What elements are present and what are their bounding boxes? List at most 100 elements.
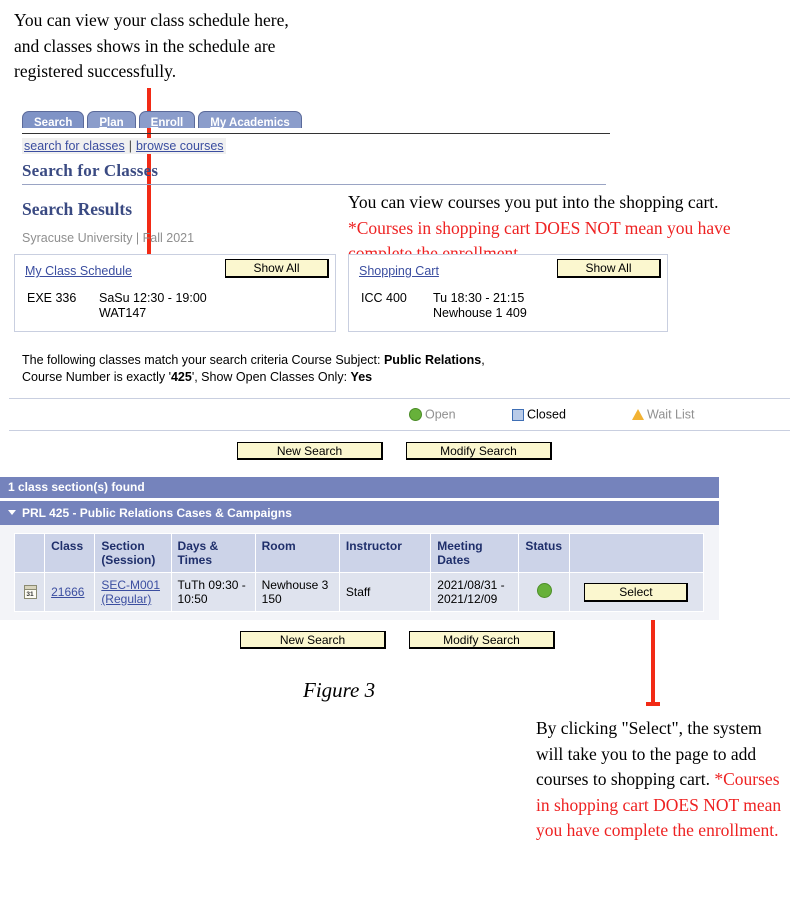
cell-section: SEC-M001 (Regular)	[94, 572, 172, 612]
tab-enroll[interactable]: Enroll	[138, 111, 196, 129]
col-section-l1: Section	[101, 539, 145, 553]
calendar-icon[interactable]: 31	[23, 585, 37, 600]
schedule-meeting-time: SaSu 12:30 - 19:00	[99, 291, 207, 305]
cell-instructor: Staff	[338, 572, 432, 612]
annotation-line: You can view your class schedule here,	[14, 10, 289, 30]
new-search-button-bottom[interactable]: New Search	[240, 631, 386, 649]
link-class-number[interactable]: 21666	[51, 585, 84, 599]
cell-action: Select	[569, 572, 704, 612]
cart-row: ICC 400 Tu 18:30 - 21:15 Newhouse 1 409	[361, 291, 527, 321]
legend-closed-label: Closed	[527, 407, 566, 422]
tab-plan[interactable]: Plan	[87, 111, 136, 129]
section-line2: (Regular)	[101, 592, 152, 606]
table-row: 31 21666 SEC-M001 (Regular) TuTh 09:30 -1…	[13, 572, 704, 612]
link-shopping-cart[interactable]: Shopping Cart	[359, 264, 439, 278]
new-search-button-top[interactable]: New Search	[237, 442, 383, 460]
breadcrumb: search for classes | browse courses	[22, 138, 226, 154]
meeting-line1: 2021/08/31 -	[437, 578, 505, 592]
table-header-row: Class Section (Session) Days & Times Room…	[13, 533, 704, 573]
link-my-class-schedule[interactable]: My Class Schedule	[25, 264, 132, 278]
blue-square-icon	[512, 408, 524, 421]
results-count-bar: 1 class section(s) found	[0, 477, 719, 498]
schedule-course-code: EXE 336	[27, 291, 77, 305]
cell-calendar[interactable]: 31	[13, 572, 46, 612]
tab-my-academics-accesskey: M	[210, 117, 220, 129]
legend-closed: Closed	[512, 407, 566, 422]
section-line1: SEC-M001	[101, 578, 160, 592]
tab-my-academics[interactable]: My Academics	[198, 111, 302, 129]
breadcrumb-separator: |	[128, 139, 132, 153]
cell-meeting-dates: 2021/08/31 -2021/12/09	[430, 572, 520, 612]
cart-room: Newhouse 1 409	[433, 306, 527, 320]
annotation-top-left: You can view your class schedule here, a…	[14, 8, 354, 85]
cart-course-detail: Tu 18:30 - 21:15 Newhouse 1 409	[433, 291, 527, 321]
select-button[interactable]: Select	[584, 582, 689, 602]
chevron-down-icon[interactable]	[8, 510, 16, 516]
search-buttons-bottom: New Search Modify Search	[0, 631, 800, 657]
col-meeting-dates: Meeting Dates	[430, 533, 520, 573]
page-title: Search for Classes	[22, 161, 159, 180]
criteria-mid2: ', Show Open Classes Only:	[191, 370, 351, 384]
legend-wait-list-label: Wait List	[647, 407, 695, 422]
page-title-rule	[22, 184, 606, 185]
tab-bar-rule	[22, 133, 610, 134]
tab-search[interactable]: Search	[22, 111, 85, 129]
info-panels: My Class Schedule Show All EXE 336 SaSu 1…	[0, 254, 800, 334]
col-action	[569, 533, 704, 573]
modify-search-button-bottom[interactable]: Modify Search	[409, 631, 555, 649]
schedule-room: WAT147	[99, 306, 147, 320]
calendar-icon-day: 31	[26, 591, 34, 599]
peoplesoft-page: Search Plan Enroll My Academics search for …	[0, 110, 800, 657]
col-section: Section (Session)	[94, 533, 172, 573]
results-table-wrap: Class Section (Session) Days & Times Room…	[0, 525, 719, 620]
legend-open-label: Open	[425, 407, 456, 422]
days-line2: 10:50	[177, 592, 208, 606]
annotation-bottom-right: By clicking "Select", the system will ta…	[536, 716, 788, 844]
annotation-line: registered successfully.	[14, 61, 177, 81]
cell-class-number: 21666	[44, 572, 96, 612]
room-line1: Newhouse 3	[261, 578, 329, 592]
cart-show-all-button[interactable]: Show All	[557, 259, 661, 278]
tab-enroll-label: nroll	[158, 117, 184, 129]
col-section-l2: (Session)	[101, 553, 156, 567]
cell-room: Newhouse 3 150	[254, 572, 340, 612]
criteria-course-number: 425	[170, 370, 192, 384]
criteria-open-only: Yes	[350, 370, 373, 384]
status-legend: Open Closed Wait List	[9, 398, 790, 431]
annotation-line: and classes shows in the schedule are	[14, 35, 276, 56]
pointer-line-select-cap	[646, 702, 660, 706]
link-browse-courses[interactable]: browse courses	[136, 139, 224, 153]
cart-meeting-time: Tu 18:30 - 21:15	[433, 291, 525, 305]
institution-term-line: Syracuse University | Fall 2021	[22, 231, 195, 245]
link-section[interactable]: SEC-M001 (Regular)	[101, 578, 160, 606]
col-instructor: Instructor	[338, 533, 432, 573]
modify-search-button-top[interactable]: Modify Search	[406, 442, 552, 460]
shopping-cart-panel: Shopping Cart Show All ICC 400 Tu 18:30 -…	[348, 254, 668, 332]
green-circle-icon	[409, 408, 422, 422]
tab-my-academics-label: y Academics	[219, 117, 290, 129]
search-buttons-top: New Search Modify Search	[0, 442, 800, 468]
cell-status	[518, 572, 571, 612]
col-class: Class	[44, 533, 96, 573]
criteria-prefix: The following classes match your search …	[22, 353, 384, 367]
course-group-bar[interactable]: PRL 425 - Public Relations Cases & Campa…	[0, 501, 719, 525]
room-line2: 150	[261, 592, 282, 606]
col-days-times: Days & Times	[170, 533, 256, 573]
main-tab-bar: Search Plan Enroll My Academics	[22, 110, 800, 133]
search-criteria-summary: The following classes match your search …	[22, 352, 492, 386]
tab-search-label: Search	[34, 117, 73, 129]
legend-wait-list: Wait List	[632, 407, 694, 422]
figure-caption: Figure 3	[303, 678, 376, 702]
status-open-icon	[537, 583, 553, 598]
schedule-show-all-button[interactable]: Show All	[225, 259, 329, 278]
col-room: Room	[254, 533, 340, 573]
tab-plan-label: lan	[107, 117, 124, 129]
cell-days-times: TuTh 09:30 -10:50	[170, 572, 256, 612]
days-line1: TuTh 09:30 -	[177, 578, 246, 592]
tab-plan-accesskey: P	[99, 117, 108, 129]
meeting-line2: 2021/12/09	[437, 592, 498, 606]
link-search-for-classes[interactable]: search for classes	[24, 139, 125, 153]
yellow-triangle-icon	[632, 409, 644, 421]
schedule-row: EXE 336 SaSu 12:30 - 19:00 WAT147	[27, 291, 207, 321]
col-status: Status	[518, 533, 571, 573]
